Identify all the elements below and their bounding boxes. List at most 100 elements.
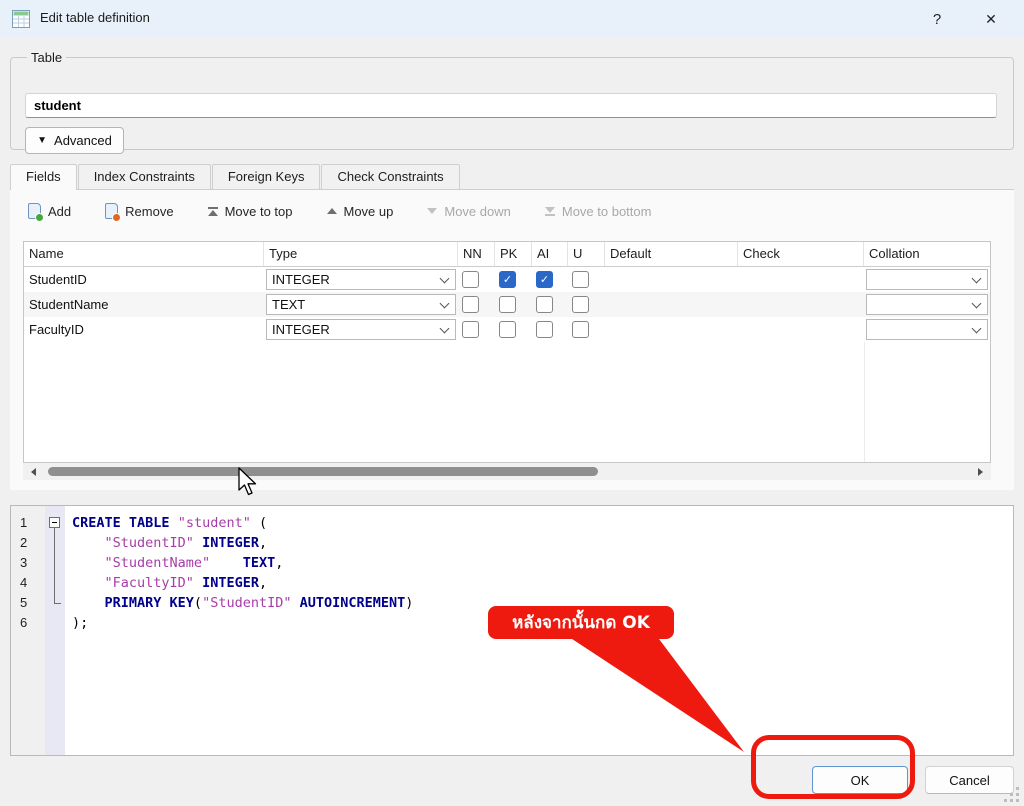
ai-checkbox[interactable] bbox=[536, 271, 553, 288]
edit-table-definition-dialog: Edit table definition ? ✕ Table ▼ Advanc… bbox=[0, 0, 1024, 806]
tab-index-constraints[interactable]: Index Constraints bbox=[78, 164, 211, 189]
scroll-left-icon[interactable] bbox=[31, 468, 36, 476]
check-cell[interactable] bbox=[738, 267, 864, 292]
toolbar-label: Remove bbox=[125, 204, 173, 219]
fields-panel: Add Remove Move to top Move up Move down Move… bbox=[10, 189, 1014, 490]
field-name-cell[interactable]: FacultyID bbox=[24, 317, 264, 342]
button-box: OK Cancel bbox=[0, 756, 1024, 806]
move-to-bottom-button: Move to bottom bbox=[545, 204, 652, 219]
type-combobox[interactable]: TEXT bbox=[266, 294, 456, 315]
sql-code-text: CREATE TABLE "student" ( bbox=[65, 513, 267, 533]
ai-checkbox[interactable] bbox=[536, 296, 553, 313]
close-icon[interactable]: ✕ bbox=[970, 0, 1012, 38]
column-header-collation: Collation bbox=[864, 242, 990, 266]
nn-checkbox[interactable] bbox=[462, 296, 479, 313]
u-checkbox[interactable] bbox=[572, 321, 589, 338]
ok-button[interactable]: OK bbox=[812, 766, 908, 794]
field-row: StudentNameTEXT bbox=[24, 292, 990, 317]
sql-line: 5 PRIMARY KEY("StudentID" AUTOINCREMENT) bbox=[11, 593, 1013, 613]
line-number: 6 bbox=[11, 613, 45, 633]
fields-grid: NameTypeNNPKAIUDefaultCheckCollation Stu… bbox=[23, 241, 991, 463]
move-top-icon bbox=[208, 207, 218, 216]
default-cell[interactable] bbox=[605, 317, 738, 342]
check-cell[interactable] bbox=[738, 317, 864, 342]
u-checkbox[interactable] bbox=[572, 271, 589, 288]
tab-foreign-keys[interactable]: Foreign Keys bbox=[212, 164, 321, 189]
grid-header-row: NameTypeNNPKAIUDefaultCheckCollation bbox=[24, 242, 990, 267]
fields-toolbar: Add Remove Move to top Move up Move down Move… bbox=[28, 203, 651, 219]
collation-combobox[interactable] bbox=[866, 319, 988, 340]
line-number: 4 bbox=[11, 573, 45, 593]
column-header-pk: PK bbox=[495, 242, 532, 266]
toolbar-label: Move up bbox=[344, 204, 394, 219]
move-to-top-button[interactable]: Move to top bbox=[208, 204, 293, 219]
ai-checkbox[interactable] bbox=[536, 321, 553, 338]
tab-bar: FieldsIndex ConstraintsForeign KeysCheck… bbox=[10, 164, 461, 190]
scrollbar-thumb[interactable] bbox=[48, 467, 598, 476]
sql-preview-editor: 1CREATE TABLE "student" (2 "StudentID" I… bbox=[10, 505, 1014, 756]
default-cell[interactable] bbox=[605, 267, 738, 292]
table-group-legend: Table bbox=[27, 50, 66, 65]
sql-line: 4 "FacultyID" INTEGER, bbox=[11, 573, 1013, 593]
default-cell[interactable] bbox=[605, 292, 738, 317]
field-name-cell[interactable]: StudentName bbox=[24, 292, 264, 317]
help-button[interactable]: ? bbox=[916, 0, 958, 38]
dialog-title: Edit table definition bbox=[40, 10, 150, 25]
fold-marker bbox=[45, 553, 65, 573]
table-icon bbox=[12, 10, 30, 28]
collation-combobox[interactable] bbox=[866, 294, 988, 315]
field-row: StudentIDINTEGER bbox=[24, 267, 990, 292]
move-up-button[interactable]: Move up bbox=[327, 204, 394, 219]
toolbar-label: Move down bbox=[444, 204, 510, 219]
horizontal-scrollbar[interactable] bbox=[23, 463, 991, 480]
cancel-button[interactable]: Cancel bbox=[925, 766, 1014, 794]
nn-checkbox[interactable] bbox=[462, 271, 479, 288]
column-header-nn: NN bbox=[458, 242, 495, 266]
pk-checkbox[interactable] bbox=[499, 296, 516, 313]
sql-code-text: PRIMARY KEY("StudentID" AUTOINCREMENT) bbox=[65, 593, 413, 613]
sql-code-text: "StudentName" TEXT, bbox=[65, 553, 283, 573]
fold-marker bbox=[45, 593, 65, 613]
remove-file-icon bbox=[105, 203, 118, 219]
sql-code-text: "StudentID" INTEGER, bbox=[65, 533, 267, 553]
fold-marker bbox=[45, 613, 65, 633]
chevron-down-icon bbox=[440, 324, 450, 334]
move-up-icon bbox=[327, 208, 337, 214]
toolbar-label: Move to top bbox=[225, 204, 293, 219]
table-groupbox: Table ▼ Advanced bbox=[10, 50, 1014, 150]
table-name-input[interactable] bbox=[25, 93, 997, 118]
line-number: 5 bbox=[11, 593, 45, 613]
check-cell[interactable] bbox=[738, 292, 864, 317]
collation-combobox[interactable] bbox=[866, 269, 988, 290]
type-combobox[interactable]: INTEGER bbox=[266, 319, 456, 340]
sql-line: 6); bbox=[11, 613, 1013, 633]
tab-fields[interactable]: Fields bbox=[10, 164, 77, 190]
chevron-down-icon bbox=[972, 299, 982, 309]
move-bottom-icon bbox=[545, 207, 555, 216]
type-combobox[interactable]: INTEGER bbox=[266, 269, 456, 290]
column-header-default: Default bbox=[605, 242, 738, 266]
u-checkbox[interactable] bbox=[572, 296, 589, 313]
nn-checkbox[interactable] bbox=[462, 321, 479, 338]
sql-code-text: ); bbox=[65, 613, 88, 633]
add-button[interactable]: Add bbox=[28, 203, 71, 219]
field-name-cell[interactable]: StudentID bbox=[24, 267, 264, 292]
advanced-button[interactable]: ▼ Advanced bbox=[25, 127, 124, 154]
toolbar-label: Add bbox=[48, 204, 71, 219]
chevron-down-icon bbox=[440, 274, 450, 284]
move-down-button: Move down bbox=[427, 204, 510, 219]
titlebar: Edit table definition ? ✕ bbox=[0, 0, 1024, 38]
remove-button[interactable]: Remove bbox=[105, 203, 173, 219]
sql-line: 2 "StudentID" INTEGER, bbox=[11, 533, 1013, 553]
chevron-down-icon bbox=[972, 324, 982, 334]
fold-collapse-icon[interactable] bbox=[45, 513, 65, 533]
resize-grip-icon[interactable] bbox=[1004, 787, 1020, 803]
column-header-name: Name bbox=[24, 242, 264, 266]
pk-checkbox[interactable] bbox=[499, 321, 516, 338]
pk-checkbox[interactable] bbox=[499, 271, 516, 288]
tab-check-constraints[interactable]: Check Constraints bbox=[321, 164, 459, 189]
scroll-right-icon[interactable] bbox=[978, 468, 983, 476]
line-number: 3 bbox=[11, 553, 45, 573]
move-down-icon bbox=[427, 208, 437, 214]
toolbar-label: Move to bottom bbox=[562, 204, 652, 219]
